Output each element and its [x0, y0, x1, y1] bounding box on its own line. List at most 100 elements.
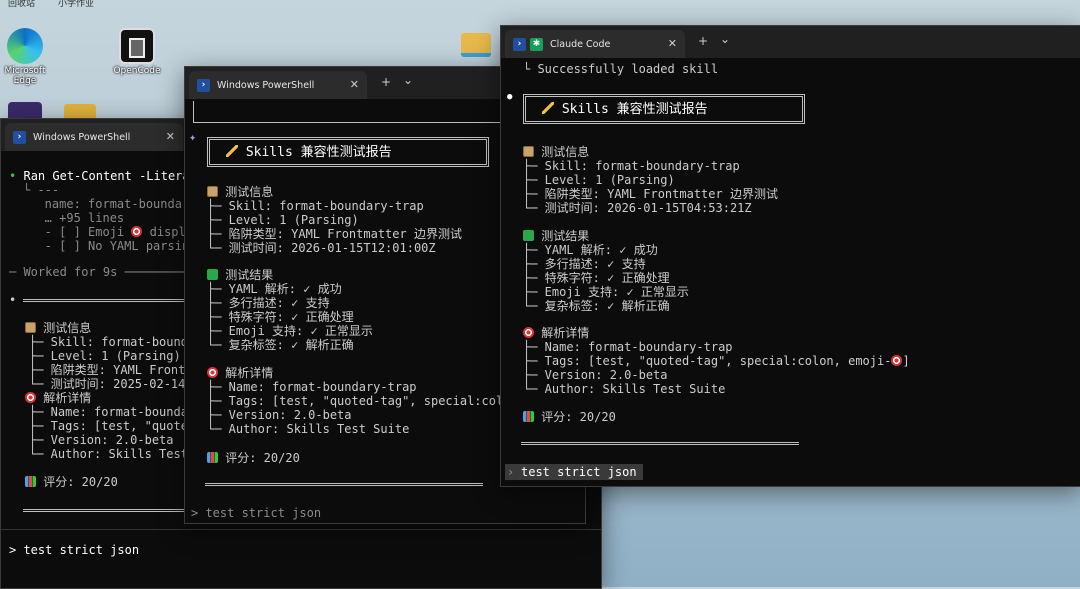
result-line: ├─ 特殊字符: ✓ 正确处理	[523, 271, 670, 285]
output-line: - [ ] Emoji displa	[23, 225, 193, 239]
prompt-input[interactable]: > test strict json	[9, 543, 139, 557]
result-line: └─ 复杂标签: ✓ 解析正确	[523, 299, 670, 313]
details-line: ├─ Name: format-boundary-trap	[523, 340, 733, 354]
opencode-icon	[119, 28, 155, 64]
close-icon[interactable]: ✕	[166, 130, 175, 143]
details-line: └─ Author: Skills Test	[29, 447, 188, 461]
report-header-box: Skills 兼容性测试报告	[207, 137, 489, 167]
score-line: 评分: 20/20	[25, 475, 118, 489]
info-line: ├─ Level: 1 (Parsing)	[207, 213, 359, 227]
info-line: ├─ Level: 1 (Parsing)	[523, 173, 675, 187]
claude-code-icon: ✱	[530, 37, 543, 51]
result-line: ├─ Emoji 支持: ✓ 正常显示	[523, 285, 689, 299]
target-icon	[207, 367, 218, 378]
report-header: Skills 兼容性测试报告	[226, 145, 392, 160]
info-line: ├─ Skill: format-bounda	[29, 335, 196, 349]
details-line: ├─ Name: format-boundary-trap	[207, 380, 417, 394]
desktop-folder-icon-right[interactable]	[461, 33, 491, 57]
info-line: ├─ Level: 1 (Parsing)	[29, 349, 181, 363]
output-line: └ ---	[23, 183, 60, 197]
output-line: name: format-boundary	[23, 197, 197, 211]
powershell-icon: ›	[197, 78, 210, 92]
tab-title: Windows PowerShell	[33, 131, 131, 143]
output-line: … +95 lines	[23, 211, 125, 225]
info-line: ├─ 陷阱类型: YAML Frontmatter 边界测试	[207, 227, 462, 241]
prompt-input[interactable]: > test strict json	[191, 506, 321, 520]
clipboard-icon	[207, 186, 218, 197]
details-line: ├─ Version: 2.0-beta	[523, 368, 668, 382]
report-bottom-border	[521, 442, 799, 445]
info-line: ├─ Skill: format-boundary-trap	[207, 199, 424, 213]
bullet: ●	[507, 92, 513, 102]
score-line: 评分: 20/20	[523, 410, 616, 424]
details-title: 解析详情	[207, 366, 273, 380]
clipboard-icon	[523, 146, 534, 157]
output-line: - [ ] No YAML parsing	[23, 239, 197, 253]
tab-powershell[interactable]: › Windows PowerShell ✕	[5, 123, 183, 151]
score-line: 评分: 20/20	[207, 451, 300, 465]
top-border-frame	[193, 101, 513, 123]
info-line: └─ 测试时间: 2026-01-15T12:01:00Z	[207, 241, 436, 255]
result-line: ├─ Emoji 支持: ✓ 正常显示	[207, 324, 373, 338]
bar-chart-icon	[523, 411, 534, 422]
separator	[1, 529, 601, 530]
tab-title: Windows PowerShell	[217, 79, 315, 91]
details-line: └─ Author: Skills Test Suite	[523, 382, 726, 396]
details-line: ├─ Tags: [test, "quoted	[29, 419, 196, 433]
edge-icon	[7, 28, 43, 64]
result-line: ├─ 多行描述: ✓ 支持	[523, 257, 646, 271]
bar-chart-icon	[207, 452, 218, 463]
new-tab-button[interactable]: +	[381, 75, 391, 89]
check-icon	[523, 230, 534, 241]
info-line: ├─ 陷阱类型: YAML Frontmatter 边界测试	[523, 187, 778, 201]
close-icon[interactable]: ✕	[350, 78, 359, 91]
bullet: •	[9, 293, 17, 307]
close-icon[interactable]: ✕	[668, 37, 677, 50]
desktop-icon-opencode[interactable]: OpenCode	[107, 28, 167, 76]
details-line: ├─ Version: 2.0-beta	[29, 433, 174, 447]
chevron-down-icon[interactable]: ⌄	[720, 32, 730, 46]
loaded-skill-line: └ Successfully loaded skill	[523, 62, 719, 76]
info-line: └─ 测试时间: 2025-02-14	[29, 377, 186, 391]
report-bottom-border	[23, 509, 195, 512]
target-icon	[25, 392, 36, 403]
desktop-icon-opencode-label: OpenCode	[113, 66, 161, 76]
desktop-label-homework: 小学作业	[58, 0, 95, 9]
details-line: ├─ Version: 2.0-beta	[207, 408, 352, 422]
result-line: ├─ YAML 解析: ✓ 成功	[523, 243, 658, 257]
info-line: └─ 测试时间: 2026-01-15T04:53:21Z	[523, 201, 752, 215]
tab-claude-code[interactable]: › ✱ Claude Code ✕	[505, 30, 685, 58]
report-header-box: Skills 兼容性测试报告	[523, 94, 805, 124]
details-title: 解析详情	[25, 391, 91, 405]
report-top-border	[23, 299, 195, 302]
report-bottom-border	[205, 483, 483, 486]
claude-code-window[interactable]: › ✱ Claude Code ✕ + ⌄ └ Successfully loa…	[500, 25, 1080, 487]
results-title: 测试结果	[523, 229, 589, 243]
info-title: 测试信息	[25, 321, 91, 335]
results-title: 测试结果	[207, 268, 273, 282]
powershell-icon: ›	[513, 37, 526, 51]
sparkle-icon: ✦	[189, 130, 197, 144]
new-tab-button[interactable]: +	[698, 34, 708, 48]
title-bar[interactable]: › ✱ Claude Code ✕ + ⌄	[501, 26, 1080, 58]
target-icon	[523, 327, 534, 338]
target-emoji-icon	[891, 355, 903, 366]
details-line: ├─ Name: format-boundar	[29, 405, 196, 419]
result-line: ├─ 特殊字符: ✓ 正确处理	[207, 310, 354, 324]
desktop-icon-edge[interactable]: Microsoft Edge	[0, 28, 55, 86]
info-line: ├─ 陷阱类型: YAML Front	[29, 363, 186, 377]
details-title: 解析详情	[523, 326, 589, 340]
tab-powershell[interactable]: › Windows PowerShell ✕	[189, 71, 367, 99]
desktop-label-recycle: 回收站	[8, 0, 36, 9]
desktop-icon-edge-label: Microsoft Edge	[4, 66, 46, 86]
report-header: Skills 兼容性测试报告	[542, 102, 708, 117]
details-line: └─ Author: Skills Test Suite	[207, 422, 410, 436]
worked-for-line: ─ Worked for 9s ─────────	[9, 265, 190, 279]
clipboard-icon	[25, 322, 36, 333]
chevron-down-icon[interactable]: ⌄	[403, 73, 413, 87]
tab-title: Claude Code	[550, 38, 611, 50]
terminal-output: └ Successfully loaded skill ● Skills 兼容性…	[501, 58, 1080, 486]
target-emoji-icon	[131, 226, 143, 237]
prompt-input[interactable]: test strict json	[521, 465, 637, 479]
check-icon	[207, 269, 218, 280]
